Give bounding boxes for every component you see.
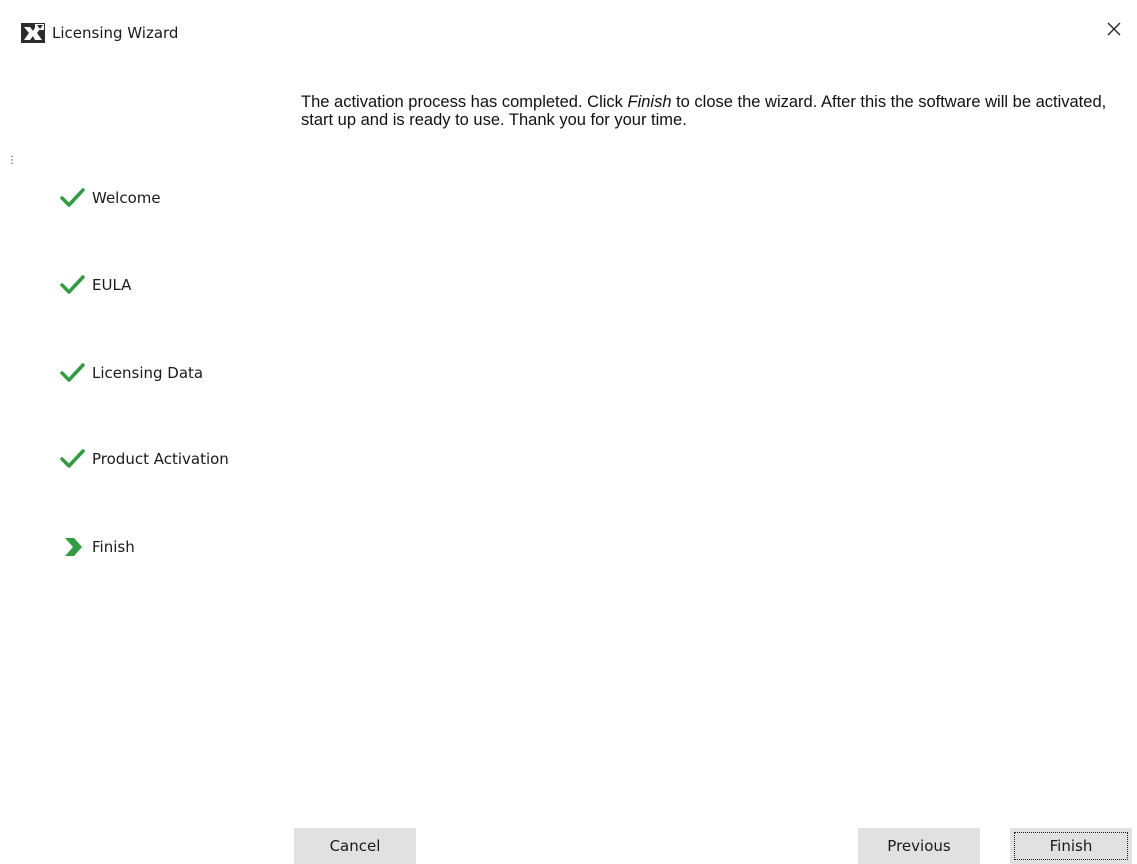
step-product-activation: Product Activation xyxy=(60,446,229,472)
step-label: Licensing Data xyxy=(92,364,204,382)
step-label: Welcome xyxy=(92,189,161,207)
step-label: Finish xyxy=(92,538,135,556)
checkmark-icon xyxy=(60,274,86,296)
step-welcome: Welcome xyxy=(60,185,161,211)
title-bar: Licensing Wizard xyxy=(0,0,1137,62)
wizard-steps-sidebar: Welcome EULA Licensing Data Product Acti… xyxy=(0,62,290,822)
step-licensing-data: Licensing Data xyxy=(60,360,203,386)
step-label: EULA xyxy=(92,276,132,294)
close-icon xyxy=(1107,21,1121,40)
checkmark-icon xyxy=(60,362,86,384)
chevron-right-icon xyxy=(60,536,86,558)
checkmark-icon xyxy=(60,448,86,470)
focus-indicator xyxy=(1014,832,1128,860)
licensing-wizard-window: Licensing Wizard ⋮ Welcome EULA Licensin… xyxy=(0,0,1137,864)
message-text-before: The activation process has completed. Cl… xyxy=(301,93,628,111)
previous-button[interactable]: Previous xyxy=(858,828,980,864)
cancel-button[interactable]: Cancel xyxy=(294,828,416,864)
window-title: Licensing Wizard xyxy=(52,24,179,42)
checkmark-icon xyxy=(60,187,86,209)
close-button[interactable] xyxy=(1091,10,1137,50)
step-finish: Finish xyxy=(60,534,135,560)
finish-button[interactable]: Finish xyxy=(1010,828,1132,864)
step-eula: EULA xyxy=(60,272,131,298)
completion-message: The activation process has completed. Cl… xyxy=(301,93,1111,129)
step-label: Product Activation xyxy=(92,450,229,468)
app-logo-icon xyxy=(20,22,46,44)
message-emphasis: Finish xyxy=(627,93,672,111)
